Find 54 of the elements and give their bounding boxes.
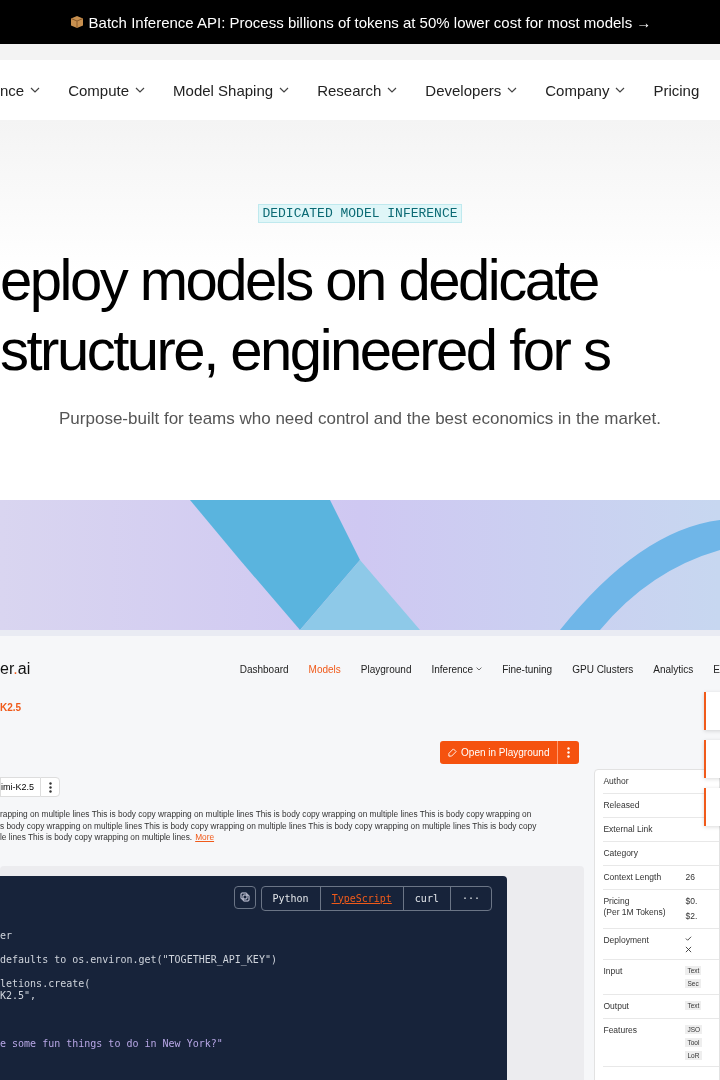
app-logo: er.ai (0, 660, 32, 678)
detail-label: Author (603, 776, 630, 787)
detail-label: Category (603, 848, 639, 859)
body-text: rapping on multiple lines This is body copy wrapping on multiple lines This is body copy wrapping on multiple lines This is body copy wrapping on (0, 809, 532, 819)
subtitle: Purpose-built for teams who need control and the best economics in the market. (59, 409, 661, 429)
nav-link[interactable]: Research (317, 81, 398, 99)
detail-label: Input (603, 966, 624, 978)
nav-link[interactable]: Developers (425, 81, 518, 99)
nav-link[interactable]: Company (545, 81, 626, 99)
detail-label: Pricing (Per 1M Tokens) (603, 896, 667, 919)
app-nav-link[interactable]: Playground (360, 663, 412, 675)
more-button[interactable] (557, 741, 580, 764)
code-line: K2.5", (0, 989, 38, 1002)
nav-link[interactable]: Compute (68, 81, 146, 99)
copy-button[interactable] (233, 885, 256, 909)
more-button[interactable] (40, 777, 60, 797)
app-nav-link[interactable]: Fine-tuning (502, 663, 553, 675)
detail-label: Output (603, 1001, 630, 1012)
code-line: er (0, 929, 14, 942)
detail-value: $2. (685, 911, 698, 922)
code-line: defaults to os.environ.get("TOGETHER_API_KEY") (0, 953, 278, 966)
app-nav-link[interactable]: E (713, 663, 720, 675)
nav-link[interactable]: Model Shaping (173, 81, 290, 99)
language-tab[interactable]: Python (261, 886, 320, 910)
detail-label: External Link (603, 824, 654, 835)
body-text: s body copy wrapping on multiple lines This is body copy wrapping on multiple lines This is body copy wrapping on multiple lines This is body copy (0, 820, 537, 831)
headline-line: eploy models on dedicate (0, 246, 599, 314)
edit-icon (448, 748, 458, 757)
package-icon (68, 14, 85, 30)
more-vertical-icon (567, 747, 571, 758)
code-line: letions.create( (0, 977, 92, 990)
code-line: e some fun things to do in New York?" (0, 1037, 224, 1050)
app-nav-link[interactable]: GPU Clusters (572, 663, 634, 675)
detail-value: 26 (685, 872, 695, 883)
detail-value: $0. (685, 896, 698, 907)
headline-line: structure, engineered for s (0, 316, 611, 384)
detail-label: Deployment (603, 935, 650, 947)
nav-link[interactable]: nce (0, 81, 41, 99)
app-nav-link[interactable]: Analytics (653, 663, 694, 675)
detail-label: Context Length (603, 872, 663, 883)
language-tab[interactable]: TypeScript (319, 886, 403, 910)
copy-icon (239, 892, 250, 902)
language-tab[interactable]: ··· (449, 886, 491, 910)
more-vertical-icon (48, 781, 52, 793)
body-text: le lines This is body copy wrapping on multiple lines. (0, 832, 193, 842)
section-label: DEDICATED MODEL INFERENCE (258, 204, 462, 223)
nav-link[interactable]: Pricing (653, 81, 700, 99)
detail-label: Features (603, 1025, 638, 1037)
model-chip: imi-K2.5 (0, 777, 40, 797)
detail-label: Released (603, 800, 641, 811)
model-title: K2.5 (0, 702, 23, 713)
app-nav-link[interactable]: Inference (431, 663, 483, 675)
app-nav-link[interactable]: Dashboard (239, 663, 289, 675)
language-tab[interactable]: curl (402, 886, 450, 910)
